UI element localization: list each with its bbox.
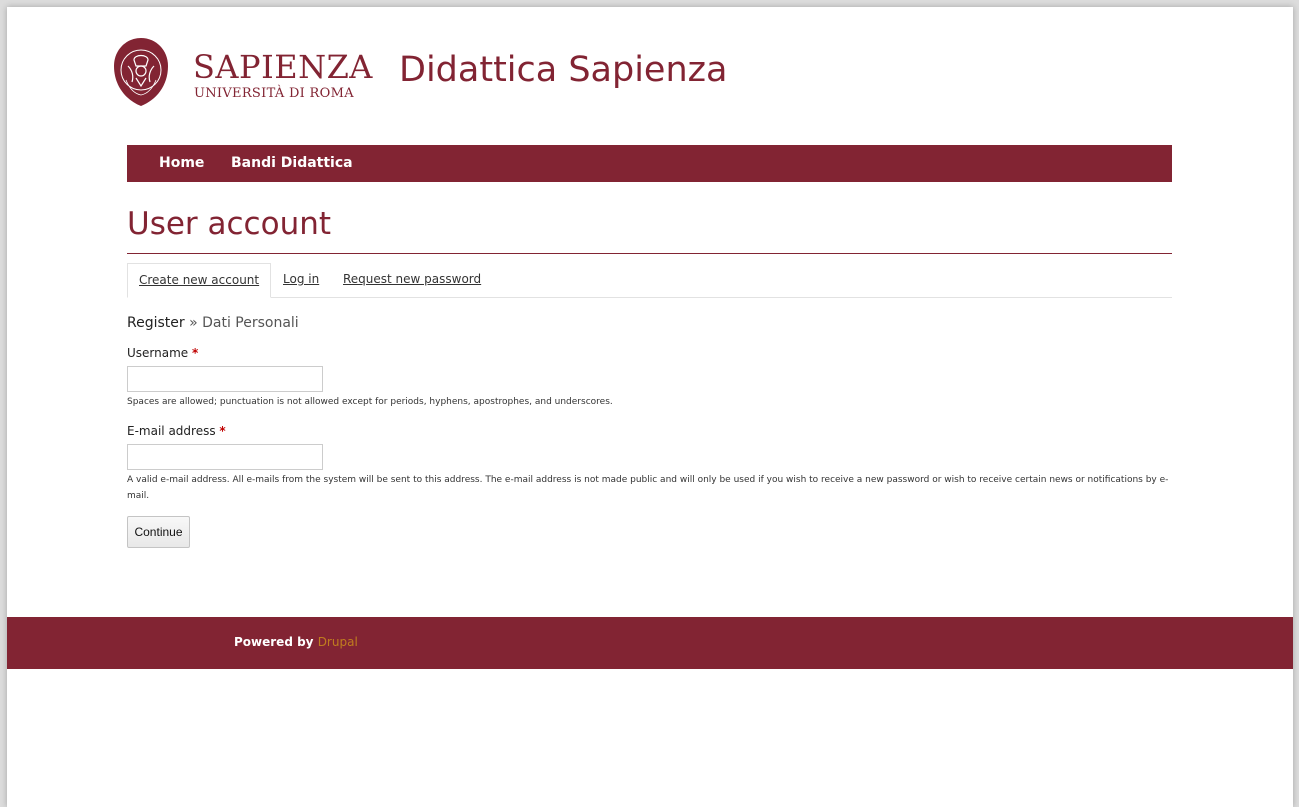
step-current: Register	[127, 315, 185, 331]
tab-log-in[interactable]: Log in	[283, 263, 319, 297]
email-help-text: A valid e-mail address. All e-mails from…	[127, 475, 1169, 501]
email-required-marker: *	[219, 424, 226, 438]
tab-request-new-password[interactable]: Request new password	[343, 263, 481, 297]
continue-button[interactable]: Continue	[127, 516, 190, 548]
account-tabs: Create new account Log in Request new pa…	[127, 263, 1172, 298]
email-label-text: E-mail address	[127, 424, 216, 438]
brand-subtitle: UNIVERSITÀ DI ROMA	[194, 86, 354, 101]
main-nav: Home Bandi Didattica	[127, 145, 1172, 182]
step-separator: »	[184, 315, 203, 331]
powered-by-label: Powered by	[234, 635, 314, 649]
title-divider	[127, 253, 1172, 254]
tab-create-new-account[interactable]: Create new account	[127, 263, 272, 298]
nav-item-bandi-didattica[interactable]: Bandi Didattica	[231, 155, 353, 171]
brand-name[interactable]: SAPIENZA	[193, 51, 373, 83]
nav-item-home[interactable]: Home	[159, 155, 204, 171]
username-label-text: Username	[127, 346, 189, 360]
site-title[interactable]: Didattica Sapienza	[399, 53, 727, 88]
footer: Powered by Drupal	[7, 617, 1293, 669]
drupal-link[interactable]: Drupal	[318, 635, 358, 649]
email-label: E-mail address *	[127, 424, 226, 438]
username-input[interactable]	[127, 366, 323, 392]
username-help-text: Spaces are allowed; punctuation is not a…	[127, 397, 613, 407]
page: SAPIENZA UNIVERSITÀ DI ROMA Didattica Sa…	[7, 7, 1293, 807]
sapienza-seal-icon[interactable]	[112, 36, 170, 108]
page-title: User account	[127, 206, 332, 242]
email-input[interactable]	[127, 444, 323, 470]
registration-step-breadcrumb: Register » Dati Personali	[127, 315, 299, 331]
step-next: Dati Personali	[202, 315, 299, 331]
username-label: Username *	[127, 346, 198, 360]
username-required-marker: *	[192, 346, 199, 360]
powered-by-text: Powered by Drupal	[234, 635, 358, 649]
